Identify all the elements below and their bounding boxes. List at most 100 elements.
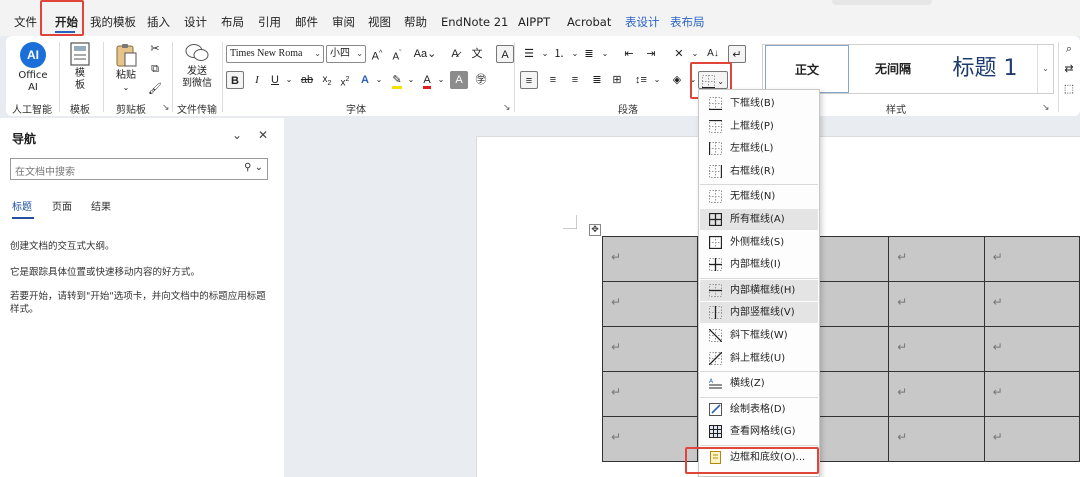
tab-mailings[interactable]: 邮件: [295, 13, 318, 31]
table-cell[interactable]: ↵: [888, 281, 985, 327]
table-cell[interactable]: ↵: [601, 371, 699, 417]
style-no-spacing[interactable]: 无间隔: [851, 45, 935, 93]
menu-item-right-border[interactable]: 右框线(R): [700, 161, 818, 182]
table-cell[interactable]: ↵: [601, 281, 699, 327]
chevron-down-icon[interactable]: ⌄: [432, 71, 450, 89]
menu-item-horizontal-line[interactable]: A 横线(Z): [700, 373, 818, 394]
table-cell[interactable]: ↵: [601, 236, 699, 282]
superscript-button[interactable]: x2: [336, 71, 354, 89]
align-center-icon[interactable]: ≡: [544, 71, 562, 89]
grow-font-icon[interactable]: A^: [368, 45, 386, 63]
template-button[interactable]: 模 板: [66, 42, 94, 92]
menu-item-diagonal-up-border[interactable]: 斜上框线(U): [700, 348, 818, 369]
font-name-select[interactable]: Times New Roma ⌄: [226, 45, 324, 63]
character-border-icon[interactable]: A: [496, 45, 514, 63]
search-icon[interactable]: ⚲ ⌄: [244, 162, 263, 173]
table-cell[interactable]: ↵: [983, 416, 1080, 462]
decrease-indent-icon[interactable]: ⇤: [620, 45, 638, 63]
table-cell[interactable]: ↵: [983, 281, 1080, 327]
tab-home[interactable]: 开始: [55, 13, 78, 31]
menu-item-diagonal-down-border[interactable]: 斜下框线(W): [700, 325, 818, 346]
font-size-select[interactable]: 小四 ⌄: [326, 45, 366, 63]
borders-button[interactable]: ⌄: [698, 71, 728, 89]
bold-button[interactable]: B: [226, 71, 244, 89]
tab-view[interactable]: 视图: [368, 13, 391, 31]
table-cell[interactable]: ↵: [983, 236, 1080, 282]
send-to-wechat-button[interactable]: 发送 到微信: [178, 42, 216, 90]
tab-insert[interactable]: 插入: [147, 13, 170, 31]
menu-item-outside-borders[interactable]: 外侧框线(S): [700, 232, 818, 253]
tab-my-templates[interactable]: 我的模板: [90, 13, 136, 31]
table-cell[interactable]: ↵: [888, 371, 985, 417]
close-icon[interactable]: ✕: [258, 128, 268, 142]
menu-item-inside-horizontal-border[interactable]: 内部横框线(H): [700, 279, 818, 301]
align-right-icon[interactable]: ≡: [566, 71, 584, 89]
tab-layout[interactable]: 布局: [221, 13, 244, 31]
table-cell[interactable]: ↵: [983, 326, 1080, 372]
clear-formatting-icon[interactable]: A̷: [446, 45, 464, 63]
tab-table-layout[interactable]: 表布局: [670, 13, 705, 31]
chevron-down-icon[interactable]: ⌄: [648, 71, 666, 89]
justify-icon[interactable]: ≣: [588, 71, 606, 89]
menu-item-all-borders[interactable]: 所有框线(A): [700, 209, 818, 230]
character-shading-icon[interactable]: A: [450, 71, 468, 89]
tab-acrobat[interactable]: Acrobat: [567, 13, 611, 31]
paste-button[interactable]: 粘贴 ⌄: [112, 42, 140, 94]
distributed-icon[interactable]: ⊞: [608, 71, 626, 89]
tab-review[interactable]: 审阅: [332, 13, 355, 31]
chevron-down-icon[interactable]: ⌄: [232, 128, 242, 142]
tab-endnote[interactable]: EndNote 21: [441, 13, 508, 31]
style-heading-1[interactable]: 标题 1: [937, 45, 1033, 93]
enclose-characters-icon[interactable]: ㊫: [472, 71, 490, 89]
sort-icon[interactable]: A↓: [704, 45, 722, 63]
nav-tab-results[interactable]: 结果: [91, 198, 111, 213]
align-left-icon[interactable]: ≡: [520, 71, 538, 89]
find-icon[interactable]: ⌕: [1060, 40, 1078, 58]
table-cell[interactable]: ↵: [888, 326, 985, 372]
cut-icon[interactable]: ✂: [146, 40, 164, 58]
clipboard-launcher-icon[interactable]: ↘: [162, 103, 170, 113]
tab-design[interactable]: 设计: [184, 13, 207, 31]
italic-button[interactable]: I: [248, 71, 266, 89]
chevron-down-icon[interactable]: ⌄: [370, 71, 388, 89]
menu-item-inside-vertical-border[interactable]: 内部竖框线(V): [700, 302, 818, 324]
table-cell[interactable]: ↵: [601, 416, 699, 462]
table-cell[interactable]: ↵: [983, 371, 1080, 417]
phonetic-guide-icon[interactable]: 文: [468, 45, 486, 63]
change-case-icon[interactable]: Aa⌄: [412, 45, 438, 63]
nav-tab-pages[interactable]: 页面: [52, 198, 72, 213]
show-marks-icon[interactable]: ↵: [728, 45, 746, 63]
nav-search-input[interactable]: 在文档中搜索 ⚲ ⌄: [10, 158, 268, 180]
menu-item-borders-and-shading[interactable]: 边框和底纹(O)...: [700, 447, 818, 468]
copy-icon[interactable]: ⧉: [146, 60, 164, 78]
menu-item-left-border[interactable]: 左框线(L): [700, 138, 818, 159]
tab-help[interactable]: 帮助: [404, 13, 427, 31]
menu-item-view-gridlines[interactable]: 查看网格线(G): [700, 421, 818, 442]
menu-item-no-border[interactable]: 无框线(N): [700, 186, 818, 207]
gallery-more-icon[interactable]: ⌄: [1037, 45, 1053, 93]
subscript-button[interactable]: x2: [318, 71, 336, 89]
document-table[interactable]: ↵↵↵↵↵↵↵↵↵↵↵↵↵↵↵↵↵↵↵↵↵↵↵↵↵: [601, 236, 1080, 462]
table-cell[interactable]: ↵: [888, 236, 985, 282]
style-normal[interactable]: 正文: [765, 45, 849, 93]
tab-references[interactable]: 引用: [258, 13, 281, 31]
tab-table-design[interactable]: 表设计: [625, 13, 660, 31]
table-cell[interactable]: ↵: [888, 416, 985, 462]
table-cell[interactable]: ↵: [601, 326, 699, 372]
nav-tab-headings[interactable]: 标题: [12, 198, 32, 213]
menu-item-bottom-border[interactable]: 下框线(B): [700, 93, 818, 114]
shrink-font-icon[interactable]: Aˇ: [388, 45, 406, 63]
menu-item-draw-table[interactable]: 绘制表格(D): [700, 399, 818, 420]
select-icon[interactable]: ⬚: [1060, 80, 1078, 98]
menu-item-inside-borders[interactable]: 内部框线(I): [700, 254, 818, 275]
office-ai-button[interactable]: AI Office AI: [14, 42, 52, 94]
font-launcher-icon[interactable]: ↘: [503, 103, 511, 113]
table-move-handle[interactable]: ✥: [589, 224, 601, 236]
chevron-down-icon[interactable]: ⌄: [596, 45, 614, 63]
strikethrough-button[interactable]: ab: [298, 71, 316, 89]
styles-launcher-icon[interactable]: ↘: [1042, 103, 1050, 113]
chevron-down-icon[interactable]: ⌄: [280, 71, 298, 89]
tab-aippt[interactable]: AIPPT: [518, 13, 550, 31]
replace-icon[interactable]: ⇄: [1060, 60, 1078, 78]
chevron-down-icon[interactable]: ⌄: [686, 45, 704, 63]
